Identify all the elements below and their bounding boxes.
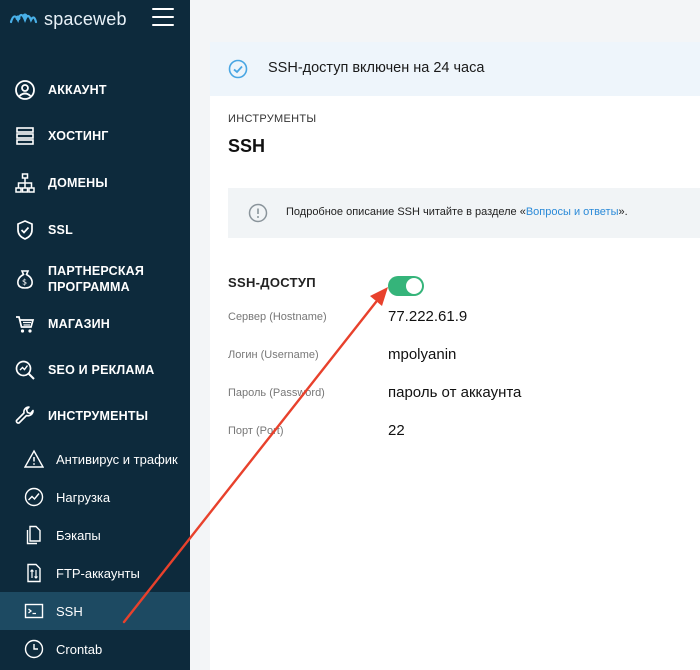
logo[interactable]: spaceweb bbox=[8, 8, 127, 31]
server-icon bbox=[14, 125, 36, 147]
chart-icon bbox=[24, 487, 44, 507]
sidebar-item-tools[interactable]: ИНСТРУМЕНТЫ bbox=[0, 404, 190, 428]
sidebar-item-domains[interactable]: ДОМЕНЫ bbox=[0, 171, 190, 195]
logo-icon bbox=[8, 8, 38, 31]
sidebar-item-hosting[interactable]: ХОСТИНГ bbox=[0, 124, 190, 148]
success-notice: SSH-доступ включен на 24 часа bbox=[210, 42, 700, 96]
hostname-value: 77.222.61.9 bbox=[388, 308, 468, 325]
check-circle-icon bbox=[228, 59, 248, 84]
ssh-access-toggle[interactable] bbox=[388, 276, 424, 296]
warning-icon bbox=[24, 449, 44, 469]
money-bag-icon: $ bbox=[14, 268, 36, 290]
sidebar-subitem-ftp[interactable]: FTP-аккаунты bbox=[0, 554, 190, 592]
page-title: SSH bbox=[228, 136, 266, 156]
sidebar-subitem-crontab[interactable]: Crontab bbox=[0, 630, 190, 668]
ssh-access-title: SSH-ДОСТУП bbox=[228, 275, 316, 290]
sidebar-subitem-load[interactable]: Нагрузка bbox=[0, 478, 190, 516]
password-label: Пароль (Password) bbox=[228, 387, 325, 399]
seo-icon bbox=[14, 359, 36, 381]
sidebar-item-label: ДОМЕНЫ bbox=[48, 176, 108, 190]
wrench-icon bbox=[14, 405, 36, 427]
clock-icon bbox=[24, 639, 44, 659]
logo-text: spaceweb bbox=[44, 9, 127, 29]
sidebar-item-label: АККАУНТ bbox=[48, 83, 107, 97]
sidebar-item-label: ПАРТНЕРСКАЯ ПРОГРАММА bbox=[48, 264, 145, 294]
info-text-prefix: Подробное описание SSH читайте в разделе… bbox=[286, 206, 526, 218]
port-label: Порт (Port) bbox=[228, 425, 284, 437]
sidebar-item-account[interactable]: АККАУНТ bbox=[0, 78, 190, 102]
sidebar: spaceweb АККАУНТ ХОСТИНГ ДОМЕНЫ SSL $ ПА… bbox=[0, 0, 190, 670]
sidebar-subitem-label: Антивирус и трафик bbox=[56, 451, 178, 467]
info-text-suffix: ». bbox=[618, 206, 628, 218]
sidebar-subitem-label: Бэкапы bbox=[56, 527, 101, 543]
sidebar-item-partner-program[interactable]: $ ПАРТНЕРСКАЯ ПРОГРАММА bbox=[0, 262, 190, 296]
section-label: ИНСТРУМЕНТЫ bbox=[228, 113, 317, 125]
username-label: Логин (Username) bbox=[228, 349, 319, 361]
sidebar-subitem-label: Нагрузка bbox=[56, 489, 111, 505]
info-text: Подробное описание SSH читайте в разделе… bbox=[286, 206, 628, 218]
sidebar-item-label: SEO И РЕКЛАМА bbox=[48, 363, 155, 377]
info-box: Подробное описание SSH читайте в разделе… bbox=[228, 188, 700, 238]
username-value: mpolyanin bbox=[388, 346, 457, 363]
toggle-knob bbox=[406, 278, 422, 294]
sidebar-item-label: ХОСТИНГ bbox=[48, 129, 109, 143]
hamburger-line bbox=[152, 16, 174, 18]
ftp-icon bbox=[24, 563, 44, 583]
password-value: пароль от аккаунта bbox=[388, 384, 522, 401]
faq-link[interactable]: Вопросы и ответы bbox=[526, 206, 619, 218]
sidebar-item-label: МАГАЗИН bbox=[48, 317, 111, 331]
sitemap-icon bbox=[14, 172, 36, 194]
sidebar-subitem-ssh[interactable]: SSH bbox=[0, 592, 190, 630]
user-circle-icon bbox=[14, 79, 36, 101]
sidebar-item-ssl[interactable]: SSL bbox=[0, 218, 190, 242]
cart-icon bbox=[14, 313, 36, 335]
sidebar-item-label: ИНСТРУМЕНТЫ bbox=[48, 409, 149, 423]
notice-text: SSH-доступ включен на 24 часа bbox=[268, 60, 485, 76]
sidebar-item-seo[interactable]: SEO И РЕКЛАМА bbox=[0, 358, 190, 382]
files-icon bbox=[24, 525, 44, 545]
sidebar-item-shop[interactable]: МАГАЗИН bbox=[0, 312, 190, 336]
port-value: 22 bbox=[388, 422, 405, 439]
sidebar-item-label: SSL bbox=[48, 223, 73, 237]
sidebar-subitem-label: SSH bbox=[56, 603, 83, 619]
hamburger-line bbox=[152, 24, 174, 26]
terminal-icon bbox=[24, 601, 44, 621]
hamburger-icon bbox=[152, 8, 174, 10]
menu-toggle-button[interactable] bbox=[152, 8, 174, 28]
info-icon bbox=[248, 203, 268, 228]
sidebar-subitem-label: FTP-аккаунты bbox=[56, 565, 140, 581]
svg-text:$: $ bbox=[22, 278, 27, 287]
sidebar-subitem-antivirus[interactable]: Антивирус и трафик bbox=[0, 440, 190, 478]
sidebar-subitem-label: Crontab bbox=[56, 641, 103, 657]
sidebar-subitem-backups[interactable]: Бэкапы bbox=[0, 516, 190, 554]
hostname-label: Сервер (Hostname) bbox=[228, 311, 327, 323]
shield-check-icon bbox=[14, 219, 36, 241]
